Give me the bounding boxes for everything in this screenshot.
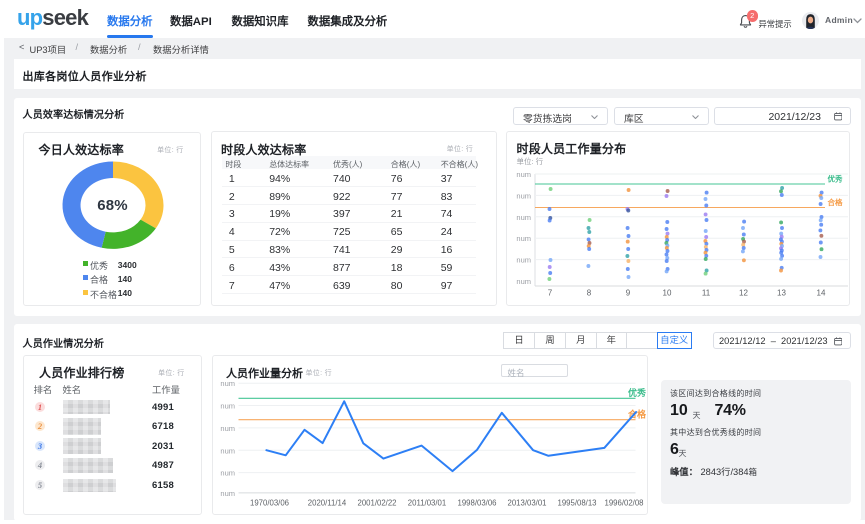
svg-text:合格: 合格 <box>828 197 843 207</box>
svg-text:优秀: 优秀 <box>628 387 646 398</box>
svg-text:11: 11 <box>702 289 711 298</box>
svg-text:2020/11/14: 2020/11/14 <box>307 498 346 507</box>
svg-text:num: num <box>516 191 531 200</box>
svg-text:2001/02/22: 2001/02/22 <box>357 498 396 507</box>
svg-text:12: 12 <box>739 289 748 298</box>
svg-text:num: num <box>220 488 235 497</box>
svg-text:2011/03/01: 2011/03/01 <box>407 498 445 507</box>
svg-text:9: 9 <box>626 289 631 298</box>
svg-text:num: num <box>516 170 531 179</box>
svg-text:num: num <box>516 213 531 222</box>
svg-text:13: 13 <box>777 289 786 298</box>
svg-text:1998/03/06: 1998/03/06 <box>457 498 496 507</box>
svg-text:优秀: 优秀 <box>828 174 843 184</box>
svg-text:num: num <box>220 468 235 477</box>
svg-text:num: num <box>516 277 531 286</box>
svg-text:1996/02/08: 1996/02/08 <box>604 498 643 507</box>
svg-text:14: 14 <box>817 289 826 298</box>
svg-text:num: num <box>220 446 235 455</box>
svg-text:num: num <box>220 379 235 388</box>
svg-text:1970/03/06: 1970/03/06 <box>249 498 288 507</box>
svg-text:num: num <box>220 401 235 410</box>
svg-text:1995/08/13: 1995/08/13 <box>557 498 596 507</box>
svg-text:7: 7 <box>548 289 553 298</box>
svg-text:2013/03/01: 2013/03/01 <box>507 498 546 507</box>
svg-text:num: num <box>516 256 531 265</box>
svg-text:num: num <box>220 423 235 432</box>
svg-text:8: 8 <box>587 289 592 298</box>
svg-text:10: 10 <box>663 289 672 298</box>
svg-text:num: num <box>516 234 531 243</box>
